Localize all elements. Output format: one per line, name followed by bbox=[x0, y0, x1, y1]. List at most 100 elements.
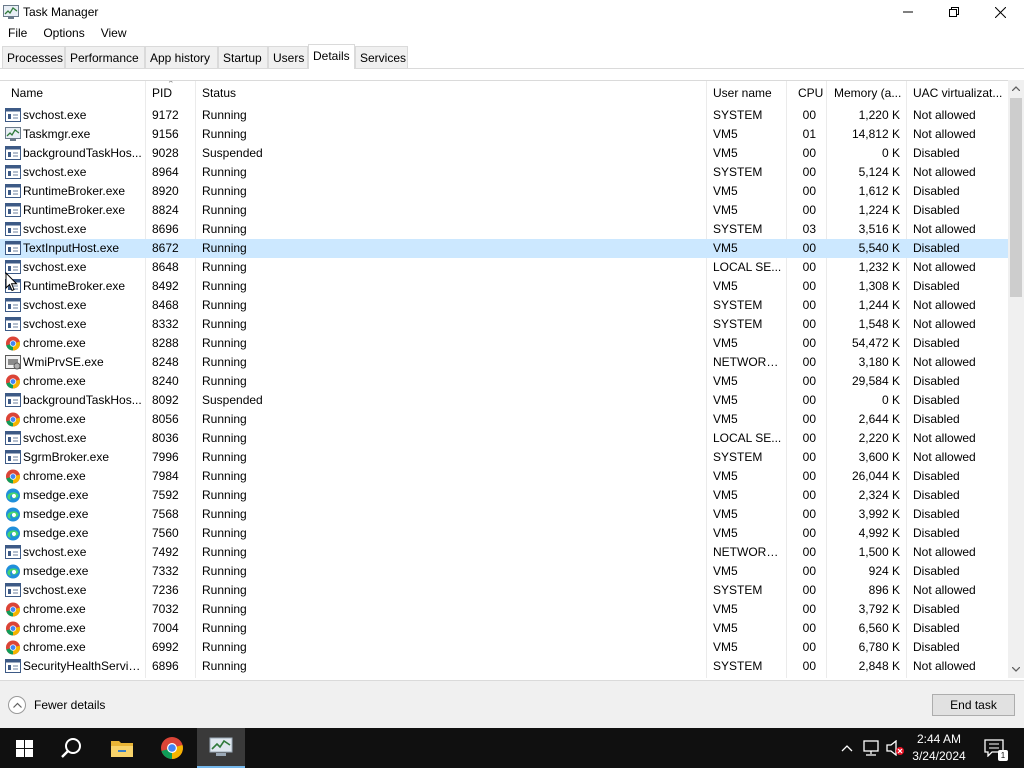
menu-options[interactable]: Options bbox=[35, 24, 92, 42]
network-button[interactable] bbox=[860, 728, 882, 768]
scroll-up-button[interactable] bbox=[1008, 80, 1024, 97]
minimize-button[interactable] bbox=[885, 0, 931, 24]
column-header-name[interactable]: Name bbox=[5, 81, 145, 105]
scroll-down-button[interactable] bbox=[1008, 661, 1024, 678]
process-memory: 6,780 K bbox=[858, 640, 900, 654]
table-row[interactable]: chrome.exe 6992 Running VM5 00 6,780 K Disable… bbox=[0, 638, 1008, 657]
process-uac: Not allowed bbox=[913, 355, 976, 369]
table-row[interactable]: RuntimeBroker.exe 8492 Running VM5 00 1,308 K… bbox=[0, 277, 1008, 296]
table-row[interactable]: svchost.exe 8468 Running SYSTEM 00 1,244 K Not… bbox=[0, 296, 1008, 315]
table-row[interactable]: backgroundTaskHos... 8092 Suspended VM5 00 0 … bbox=[0, 391, 1008, 410]
tab-users[interactable]: Users bbox=[268, 46, 308, 68]
process-pid: 7492 bbox=[152, 545, 179, 559]
table-row[interactable]: RuntimeBroker.exe 8920 Running VM5 00 1,612 K… bbox=[0, 182, 1008, 201]
clock-date: 3/24/2024 bbox=[912, 749, 966, 763]
table-row[interactable]: chrome.exe 8288 Running VM5 00 54,472 K Disabl… bbox=[0, 334, 1008, 353]
process-cpu: 00 bbox=[802, 393, 816, 407]
table-row[interactable]: Taskmgr.exe 9156 Running VM5 01 14,812 K Not a… bbox=[0, 125, 1008, 144]
table-row[interactable]: chrome.exe 7032 Running VM5 00 3,792 K Disable… bbox=[0, 600, 1008, 619]
table-row[interactable]: backgroundTaskHos... 9028 Suspended VM5 00 0 … bbox=[0, 144, 1008, 163]
process-memory: 5,124 K bbox=[858, 165, 900, 179]
process-name: svchost.exe bbox=[23, 260, 87, 274]
process-uac: Not allowed bbox=[913, 127, 976, 141]
chrome-icon bbox=[5, 374, 21, 389]
column-header-user-name[interactable]: User name bbox=[707, 81, 787, 105]
process-memory: 1,244 K bbox=[858, 298, 900, 312]
close-icon bbox=[994, 6, 1006, 18]
file-explorer-button[interactable] bbox=[98, 728, 146, 768]
tab-app-history[interactable]: App history bbox=[145, 46, 218, 68]
process-cpu: 00 bbox=[802, 374, 816, 388]
process-cpu: 00 bbox=[802, 317, 816, 331]
process-user-name: VM5 bbox=[713, 336, 738, 350]
table-row[interactable]: svchost.exe 8648 Running LOCAL SE... 00 1,232… bbox=[0, 258, 1008, 277]
edge-icon bbox=[5, 488, 21, 503]
table-row[interactable]: svchost.exe 8036 Running LOCAL SE... 00 2,220… bbox=[0, 429, 1008, 448]
task-manager-taskbar-button[interactable] bbox=[197, 728, 245, 768]
chrome-icon bbox=[5, 412, 21, 427]
column-header-cpu[interactable]: CPU bbox=[792, 81, 827, 105]
application-icon bbox=[5, 241, 21, 256]
process-uac: Not allowed bbox=[913, 545, 976, 559]
process-memory: 896 K bbox=[868, 583, 900, 597]
tab-startup[interactable]: Startup bbox=[218, 46, 268, 68]
process-cpu: 00 bbox=[802, 602, 816, 616]
start-button[interactable] bbox=[0, 728, 48, 768]
table-row[interactable]: chrome.exe 7984 Running VM5 00 26,044 K Disabl… bbox=[0, 467, 1008, 486]
application-icon bbox=[5, 108, 21, 123]
menu-file[interactable]: File bbox=[0, 24, 35, 42]
process-uac: Disabled bbox=[913, 146, 960, 160]
edge-icon bbox=[5, 507, 21, 522]
process-pid: 8248 bbox=[152, 355, 179, 369]
fewer-details-button[interactable]: Fewer details bbox=[8, 696, 105, 714]
table-row[interactable]: svchost.exe 8696 Running SYSTEM 03 3,516 K Not… bbox=[0, 220, 1008, 239]
table-row[interactable]: WmiPrvSE.exe 8248 Running NETWORK... 00 3,180… bbox=[0, 353, 1008, 372]
table-row[interactable]: chrome.exe 8240 Running VM5 00 29,584 K Disabl… bbox=[0, 372, 1008, 391]
table-row[interactable]: chrome.exe 7004 Running VM5 00 6,560 K Disable… bbox=[0, 619, 1008, 638]
chrome-icon bbox=[161, 737, 183, 759]
table-row[interactable]: TextInputHost.exe 8672 Running VM5 00 5,540 K… bbox=[0, 239, 1008, 258]
process-name: RuntimeBroker.exe bbox=[23, 279, 126, 293]
table-row[interactable]: chrome.exe 8056 Running VM5 00 2,644 K Disable… bbox=[0, 410, 1008, 429]
close-button[interactable] bbox=[977, 0, 1023, 24]
column-header-memory[interactable]: Memory (a... bbox=[828, 81, 905, 105]
table-row[interactable]: svchost.exe 7236 Running SYSTEM 00 896 K Not a… bbox=[0, 581, 1008, 600]
table-row[interactable]: msedge.exe 7592 Running VM5 00 2,324 K Disable… bbox=[0, 486, 1008, 505]
tab-services[interactable]: Services bbox=[355, 46, 408, 68]
table-row[interactable]: SecurityHealthServic... 6896 Running SYSTEM… bbox=[0, 657, 1008, 676]
table-row[interactable]: svchost.exe 9172 Running SYSTEM 00 1,220 K Not… bbox=[0, 106, 1008, 125]
table-row[interactable]: svchost.exe 8964 Running SYSTEM 00 5,124 K Not… bbox=[0, 163, 1008, 182]
process-pid: 8824 bbox=[152, 203, 179, 217]
process-memory: 2,644 K bbox=[858, 412, 900, 426]
tab-details[interactable]: Details bbox=[308, 44, 355, 69]
action-center-button[interactable] bbox=[980, 728, 1008, 768]
tab-processes[interactable]: Processes bbox=[2, 46, 65, 68]
end-task-button[interactable]: End task bbox=[932, 694, 1015, 716]
process-status: Running bbox=[202, 260, 247, 274]
table-row[interactable]: msedge.exe 7560 Running VM5 00 4,992 K Disable… bbox=[0, 524, 1008, 543]
search-button[interactable] bbox=[48, 728, 96, 768]
tab-performance[interactable]: Performance bbox=[65, 46, 145, 68]
table-row[interactable]: msedge.exe 7332 Running VM5 00 924 K Disabled bbox=[0, 562, 1008, 581]
process-uac: Disabled bbox=[913, 184, 960, 198]
scroll-thumb[interactable] bbox=[1010, 98, 1022, 297]
table-row[interactable]: msedge.exe 7568 Running VM5 00 3,992 K Disable… bbox=[0, 505, 1008, 524]
table-row[interactable]: RuntimeBroker.exe 8824 Running VM5 00 1,224 K… bbox=[0, 201, 1008, 220]
table-row[interactable]: svchost.exe 8332 Running SYSTEM 00 1,548 K Not… bbox=[0, 315, 1008, 334]
table-row[interactable]: SgrmBroker.exe 7996 Running SYSTEM 00 3,600 K… bbox=[0, 448, 1008, 467]
column-header-uac[interactable]: UAC virtualizat... bbox=[907, 81, 1007, 105]
table-row[interactable]: svchost.exe 7492 Running NETWORK... 00 1,500 … bbox=[0, 543, 1008, 562]
column-header-status[interactable]: Status bbox=[196, 81, 706, 105]
process-uac: Not allowed bbox=[913, 317, 976, 331]
menu-view[interactable]: View bbox=[93, 24, 135, 42]
process-status: Running bbox=[202, 127, 247, 141]
table-header: Name PID ⌃ Status User name CPU Memory (… bbox=[0, 81, 1008, 105]
restore-button[interactable] bbox=[931, 0, 977, 24]
process-memory: 6,560 K bbox=[858, 621, 900, 635]
process-user-name: SYSTEM bbox=[713, 583, 763, 597]
vertical-scrollbar[interactable] bbox=[1008, 80, 1024, 678]
clock[interactable]: 2:44 AM 3/24/2024 bbox=[904, 731, 974, 765]
chrome-button[interactable] bbox=[148, 728, 196, 768]
volume-button[interactable] bbox=[884, 728, 906, 768]
show-hidden-icons-button[interactable] bbox=[838, 728, 856, 768]
